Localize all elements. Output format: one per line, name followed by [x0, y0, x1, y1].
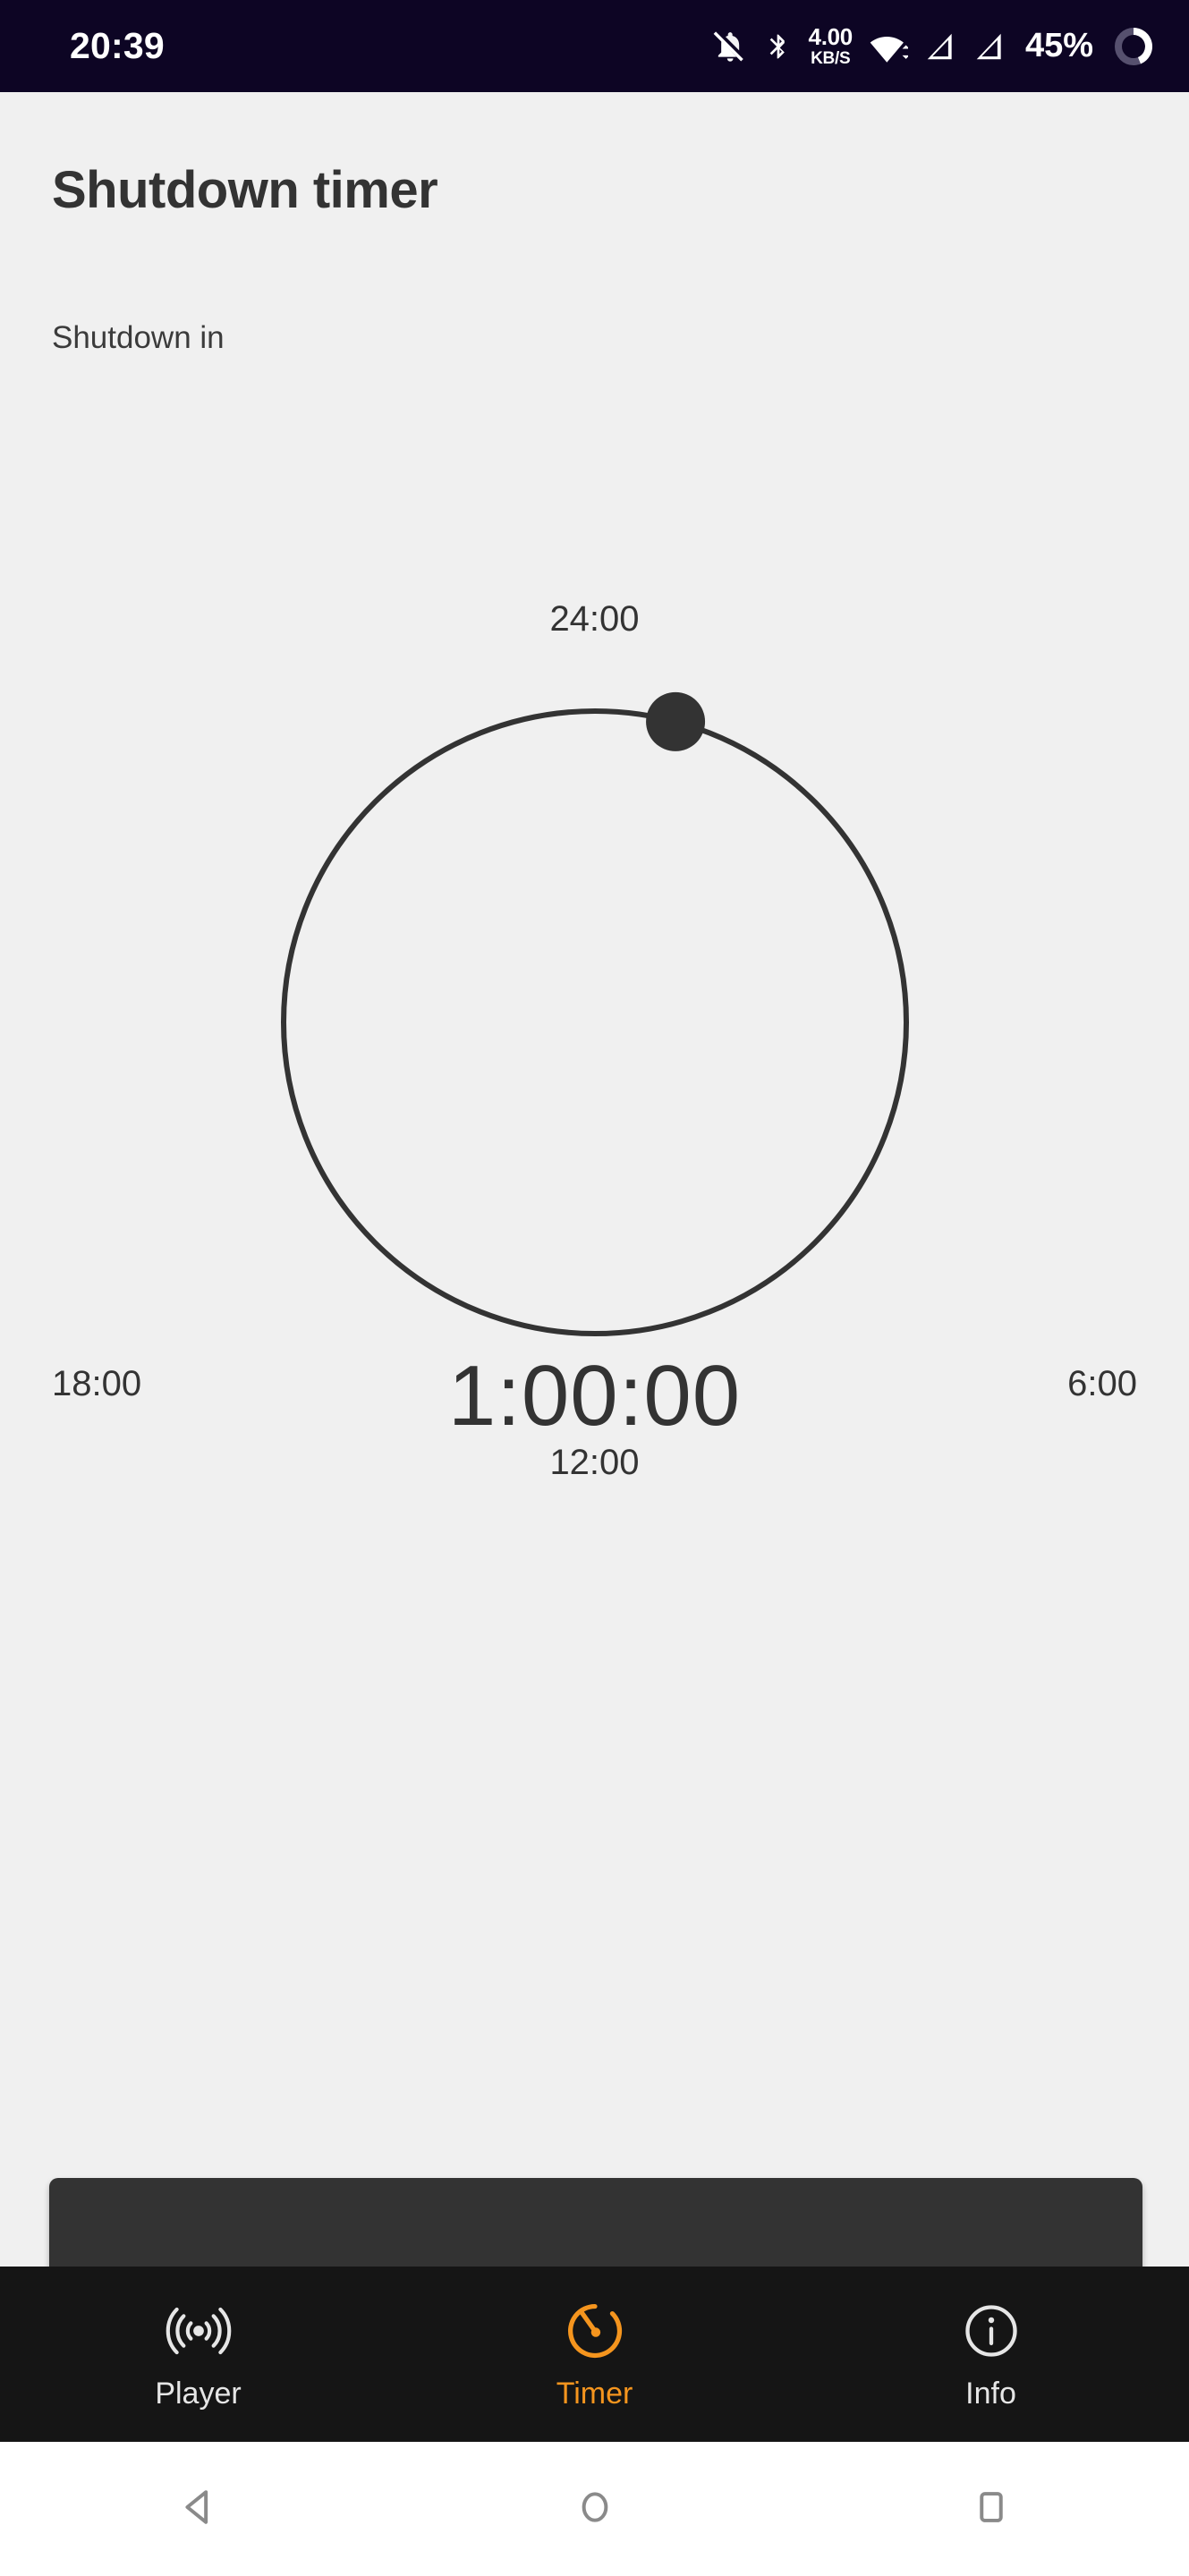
shutdown-timer-dial[interactable]: 24:00 6:00 12:00 18:00 1:00:00 — [0, 450, 1189, 1568]
silent-mode-icon — [713, 28, 749, 65]
signal-sim1-icon — [923, 28, 957, 65]
triangle-back-icon — [174, 2482, 224, 2537]
main-content: Shutdown timer Shutdown in 24:00 6:00 12… — [0, 92, 1189, 2301]
dial-label-12h: 12:00 — [549, 1443, 640, 1482]
broadcast-icon — [166, 2298, 232, 2364]
battery-ring-icon — [1110, 23, 1157, 70]
circle-home-icon — [570, 2482, 620, 2537]
bottom-navigation: Player Timer Info — [0, 2267, 1189, 2442]
battery-percent-label: 45% — [1024, 27, 1093, 64]
status-bar: 20:39 4.00 KB/S 45% — [0, 0, 1189, 92]
wifi-icon — [869, 28, 908, 65]
dial-track-circle[interactable] — [281, 708, 909, 1336]
nav-tab-info[interactable]: Info — [793, 2298, 1189, 2411]
page-subtitle: Shutdown in — [52, 320, 225, 355]
network-speed-indicator: 4.00 KB/S — [808, 23, 854, 68]
nav-tab-timer-label: Timer — [556, 2376, 633, 2411]
network-speed-unit: KB/S — [811, 49, 851, 68]
back-button[interactable] — [0, 2482, 396, 2537]
dial-center-time: 1:00:00 — [447, 1348, 742, 1444]
status-clock: 20:39 — [70, 25, 165, 66]
nav-tab-info-label: Info — [965, 2376, 1016, 2411]
signal-sim2-icon — [972, 28, 1006, 65]
recents-button[interactable] — [793, 2482, 1189, 2537]
page-title: Shutdown timer — [52, 161, 438, 219]
network-speed-value: 4.00 — [808, 23, 854, 50]
home-button[interactable] — [396, 2482, 793, 2537]
dial-handle-knob[interactable] — [646, 691, 706, 751]
nav-tab-timer[interactable]: Timer — [396, 2298, 793, 2411]
status-icon-tray: 4.00 KB/S 45% — [713, 23, 1157, 70]
timer-icon — [562, 2298, 628, 2364]
dial-label-24h: 24:00 — [549, 599, 640, 639]
bluetooth-icon — [764, 28, 793, 65]
nav-tab-player[interactable]: Player — [0, 2298, 396, 2411]
dial-ring-graphic[interactable] — [237, 665, 953, 1380]
android-system-nav — [0, 2442, 1189, 2576]
square-recents-icon — [966, 2482, 1016, 2537]
nav-tab-player-label: Player — [155, 2376, 242, 2411]
info-circle-icon — [958, 2298, 1024, 2364]
